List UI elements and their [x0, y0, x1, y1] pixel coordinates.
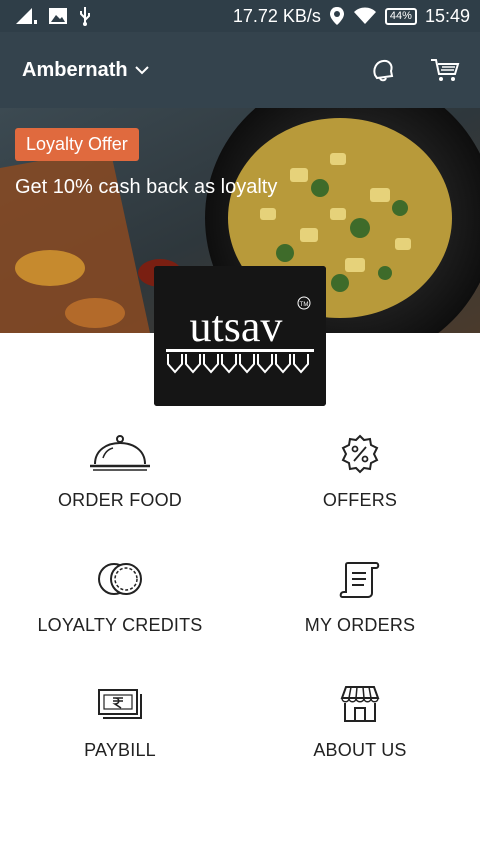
- logo-emblem: utsav TM: [154, 266, 326, 406]
- notification-icon[interactable]: [370, 57, 396, 83]
- trademark-mark: TM: [300, 302, 309, 308]
- storefront-icon: [340, 686, 380, 722]
- menu-label: MY ORDERS: [304, 615, 416, 635]
- wifi-icon: [353, 7, 376, 24]
- paybill-button[interactable]: PAYBILL: [0, 670, 240, 795]
- my-orders-button[interactable]: MY ORDERS: [240, 545, 480, 670]
- offers-button[interactable]: OFFERS: [240, 420, 480, 545]
- receipt-icon: [339, 562, 380, 598]
- order-food-button[interactable]: ORDER FOOD: [0, 420, 240, 545]
- battery-level: 44%: [389, 10, 412, 22]
- app-bar: Ambernath: [0, 32, 480, 108]
- signal-icon: [16, 8, 37, 24]
- status-bar: 17.72 KB/s 44% 15:49: [0, 0, 480, 32]
- rupee-note-icon: [98, 689, 142, 719]
- battery-icon: 44%: [384, 7, 417, 25]
- menu-label: ORDER FOOD: [57, 490, 182, 510]
- menu-label: ABOUT US: [313, 740, 407, 760]
- about-us-button[interactable]: ABOUT US: [240, 670, 480, 795]
- logo-text: utsav: [190, 302, 283, 351]
- menu-label: PAYBILL: [84, 740, 156, 760]
- cart-icon[interactable]: [430, 57, 460, 83]
- percent-badge-icon: [341, 434, 379, 474]
- loyalty-credits-button[interactable]: LOYALTY CREDITS: [0, 545, 240, 670]
- clock: 15:49: [424, 5, 470, 26]
- network-speed: 17.72 KB/s: [232, 5, 321, 26]
- usb-icon: [80, 7, 90, 26]
- location-label: Ambernath: [22, 58, 128, 81]
- cloche-icon: [90, 435, 150, 471]
- coins-icon: [98, 563, 142, 595]
- location-icon: [329, 7, 344, 25]
- chevron-down-icon: [134, 66, 149, 75]
- loyalty-offer-badge: Loyalty Offer: [15, 128, 139, 161]
- menu-label: OFFERS: [322, 490, 398, 510]
- gallery-icon: [49, 8, 67, 24]
- restaurant-logo: utsav TM: [154, 266, 326, 406]
- banner-offer-text: Get 10% cash back as loyalty: [15, 176, 278, 198]
- location-selector[interactable]: Ambernath: [22, 59, 150, 82]
- menu-label: LOYALTY CREDITS: [37, 615, 203, 635]
